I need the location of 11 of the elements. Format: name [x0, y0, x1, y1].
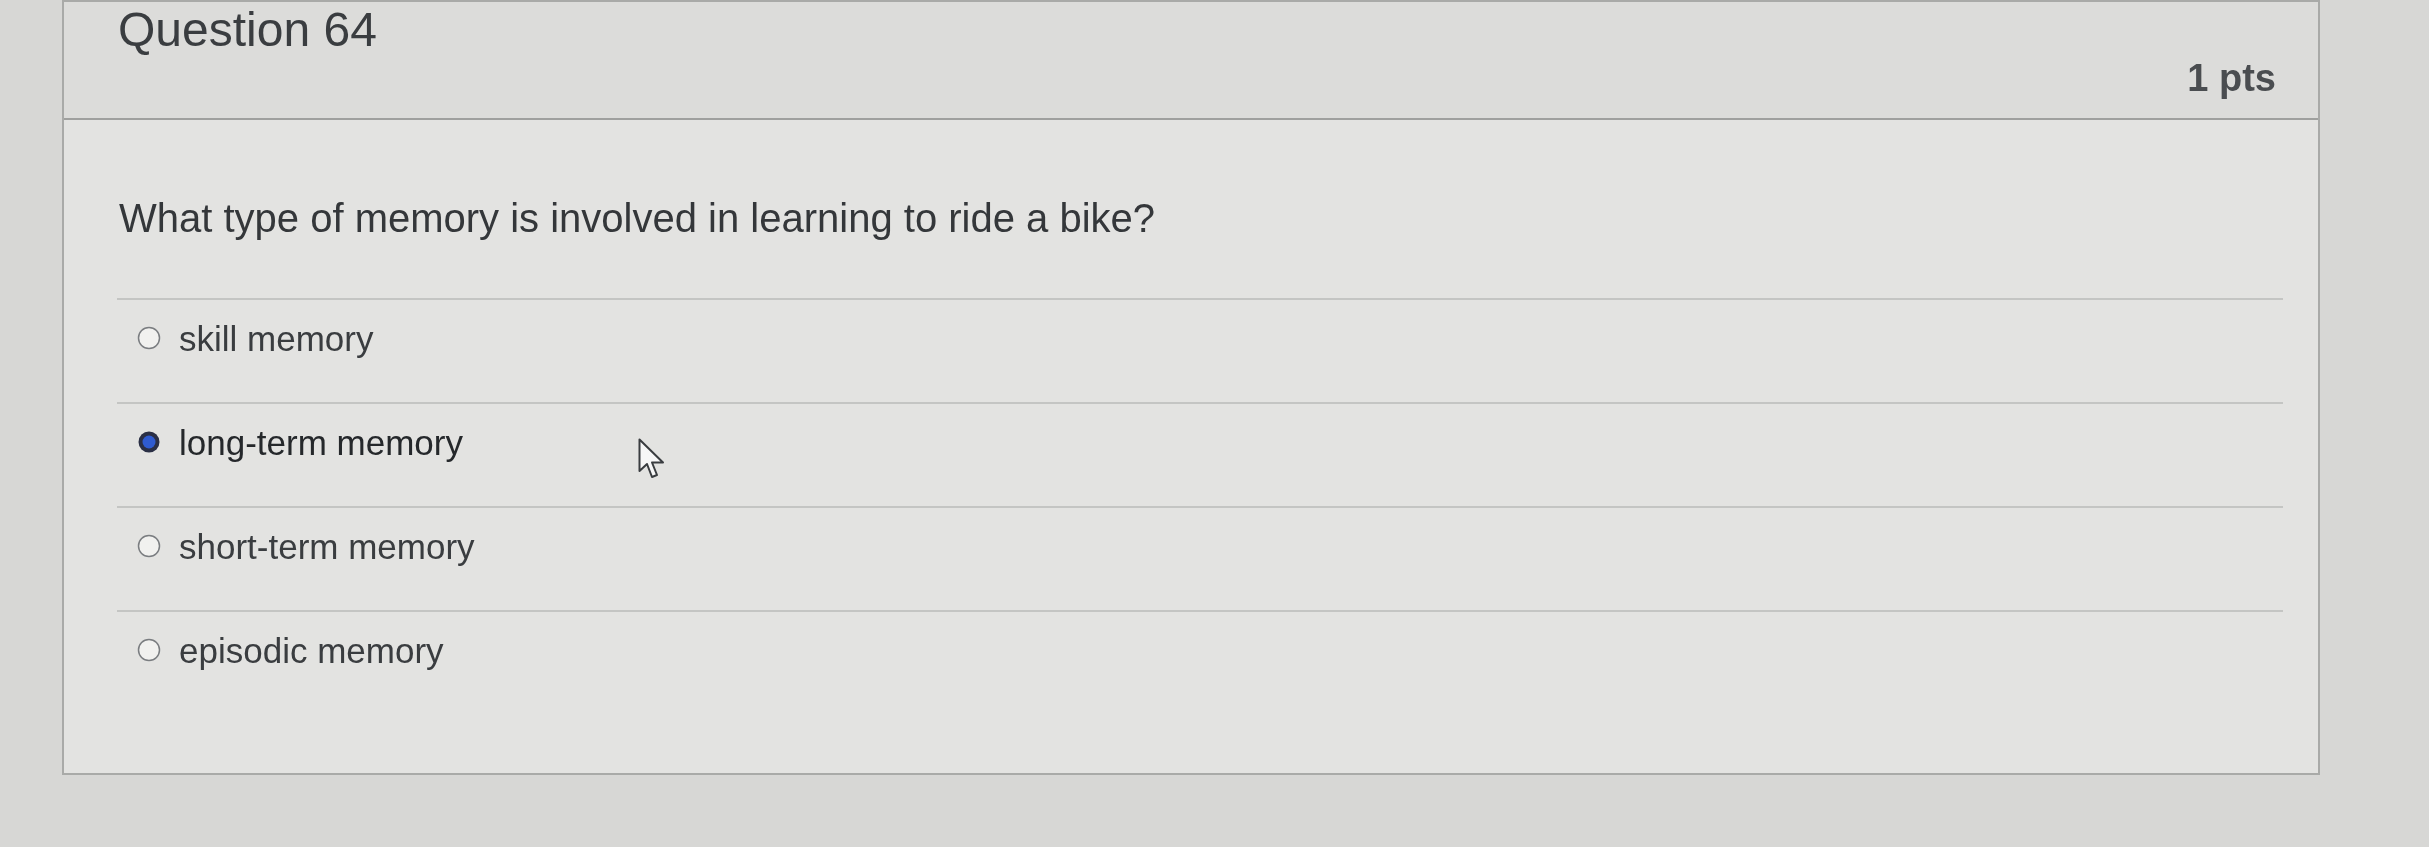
radio-button[interactable]: [137, 326, 161, 350]
points-label: 1 pts: [2187, 56, 2276, 101]
question-text: What type of memory is involved in learning to ride a bike?: [118, 195, 1156, 242]
radio-button[interactable]: [137, 534, 161, 558]
answer-option[interactable]: episodic memory: [179, 631, 444, 671]
question-title: Question 64: [118, 2, 377, 56]
radio-button[interactable]: [137, 430, 161, 454]
answer-option[interactable]: short-term memory: [179, 527, 475, 567]
answer-option[interactable]: long-term memory: [179, 423, 463, 463]
answer-option[interactable]: skill memory: [179, 319, 374, 359]
radio-button[interactable]: [137, 638, 161, 662]
